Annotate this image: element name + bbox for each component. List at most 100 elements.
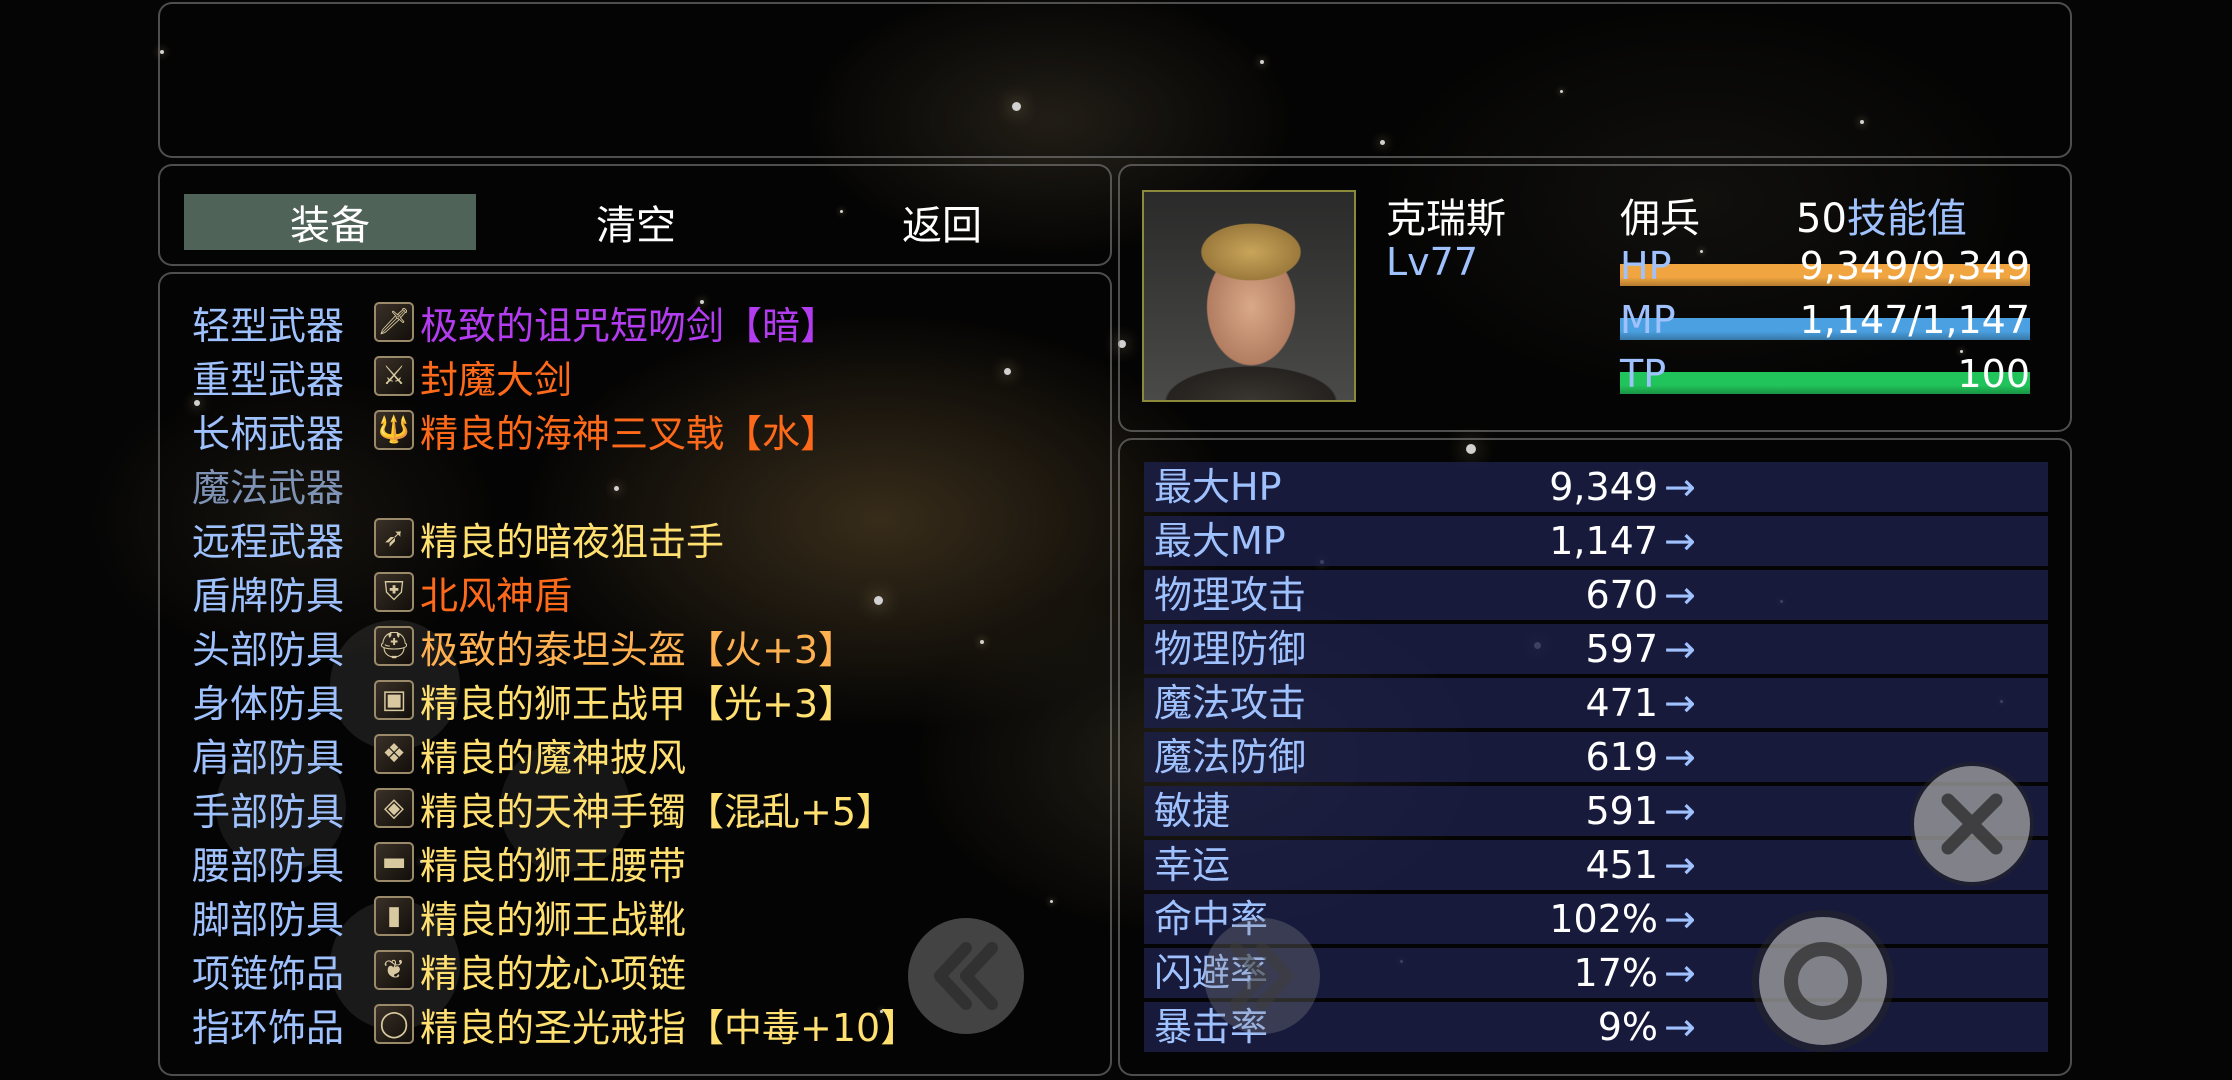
equipment-item-name: 北风神盾: [420, 573, 573, 618]
equipment-slot-label: 身体防具: [192, 681, 345, 726]
equipment-slot-label: 长柄武器: [192, 411, 345, 456]
hp-label: HP: [1620, 244, 1672, 288]
skill-points-label: 技能值: [1846, 196, 1967, 242]
dagger-icon: 🗡: [374, 302, 414, 342]
next-page-button[interactable]: [1200, 914, 1324, 1038]
stat-arrow: →: [1664, 789, 1696, 833]
equipment-slot-row[interactable]: 项链饰品 ❦ 精良的龙心项链: [192, 943, 1092, 997]
stat-name: 魔法攻击: [1154, 681, 1307, 725]
stat-value: 591: [1585, 789, 1658, 833]
equipment-item-name: 精良的海神三叉戟【水】: [420, 411, 839, 456]
stat-value: 1,147: [1549, 519, 1658, 563]
stat-row: 物理攻击 670 →: [1144, 570, 2048, 620]
cancel-button[interactable]: [1910, 762, 2034, 886]
double-chevron-right-icon: [1204, 918, 1320, 1034]
stat-name: 最大MP: [1154, 519, 1286, 563]
equipment-slot-label: 头部防具: [192, 627, 345, 672]
equipment-slot-row[interactable]: 重型武器 ⚔ 封魔大剑: [192, 349, 1092, 403]
stat-arrow: →: [1664, 897, 1696, 941]
equipment-slot-row[interactable]: 远程武器 ➶ 精良的暗夜狙击手: [192, 511, 1092, 565]
stat-value: 102%: [1549, 897, 1658, 941]
stat-row: 最大MP 1,147 →: [1144, 516, 2048, 566]
equipment-slot-row[interactable]: 轻型武器 🗡 极致的诅咒短吻剑【暗】: [192, 295, 1092, 349]
command-panel: 装备 清空 返回: [158, 164, 1112, 266]
equipment-item-name: 精良的狮王战甲【光+3】: [420, 681, 857, 726]
stat-arrow: →: [1664, 681, 1696, 725]
tp-value: 100: [1957, 352, 2030, 396]
equipment-slot-row[interactable]: 腰部防具 ▬ 精良的狮王腰带: [192, 835, 1092, 889]
stat-value: 9%: [1597, 1005, 1658, 1049]
tp-label: TP: [1620, 352, 1667, 396]
stat-name: 物理攻击: [1154, 573, 1307, 617]
stat-value: 619: [1585, 735, 1658, 779]
stat-row: 物理防御 597 →: [1144, 624, 2048, 674]
equipment-slot-row[interactable]: 肩部防具 ❖ 精良的魔神披风: [192, 727, 1092, 781]
equipment-item-name: 封魔大剑: [420, 357, 573, 402]
equipment-slot-label: 肩部防具: [192, 735, 345, 780]
close-icon: [1914, 766, 2030, 882]
stat-arrow: →: [1664, 519, 1696, 563]
equipment-slot-label: 重型武器: [192, 357, 345, 402]
character-class: 佣兵: [1620, 196, 1700, 242]
hp-value: 9,349/9,349: [1799, 244, 2030, 288]
skill-points: 50技能值: [1796, 186, 1967, 244]
help-panel: [158, 2, 2072, 158]
stat-arrow: →: [1664, 465, 1696, 509]
stat-arrow: →: [1664, 951, 1696, 995]
armor-icon: ▣: [374, 680, 414, 720]
stat-arrow: →: [1664, 843, 1696, 887]
clear-command[interactable]: 清空: [490, 194, 782, 250]
character-name: 克瑞斯: [1386, 196, 1506, 242]
equipment-slot-label: 轻型武器: [192, 303, 345, 348]
equipment-slot-row[interactable]: 头部防具 ⛑ 极致的泰坦头盔【火+3】: [192, 619, 1092, 673]
character-level: Lv77: [1386, 240, 1479, 284]
stat-row: 魔法攻击 471 →: [1144, 678, 2048, 728]
stat-arrow: →: [1664, 1005, 1696, 1049]
equipment-item-name: 精良的天神手镯【混乱+5】: [420, 789, 895, 834]
equipment-slot-label: 脚部防具: [192, 897, 345, 942]
stat-name: 魔法防御: [1154, 735, 1307, 779]
mp-label: MP: [1620, 298, 1676, 342]
equipment-slot-row[interactable]: 魔法武器: [192, 457, 1092, 511]
equipment-slot-label: 盾牌防具: [192, 573, 345, 618]
trident-icon: 🔱: [374, 410, 414, 450]
equipment-slot-row[interactable]: 指环饰品 ◯ 精良的圣光戒指【中毒+10】: [192, 997, 1092, 1051]
boots-icon: ▮: [374, 896, 414, 936]
cloak-icon: ❖: [374, 734, 414, 774]
greatsword-icon: ⚔: [374, 356, 414, 396]
stat-value: 471: [1585, 681, 1658, 725]
equipment-item-name: 精良的狮王腰带: [420, 843, 687, 888]
equipment-slot-row[interactable]: 手部防具 ◈ 精良的天神手镯【混乱+5】: [192, 781, 1092, 835]
equipment-item-name: 精良的狮王战靴: [420, 897, 687, 942]
back-command[interactable]: 返回: [796, 194, 1088, 250]
stat-value: 9,349: [1549, 465, 1658, 509]
equipment-item-name: 精良的暗夜狙击手: [420, 519, 725, 564]
stat-arrow: →: [1664, 735, 1696, 779]
equipment-item-name: 精良的圣光戒指【中毒+10】: [420, 1005, 919, 1050]
equipment-item-name: 精良的龙心项链: [420, 951, 687, 996]
shield-icon: ⛨: [374, 572, 414, 612]
stat-value: 670: [1585, 573, 1658, 617]
confirm-button[interactable]: [1752, 910, 1894, 1052]
stat-value: 597: [1585, 627, 1658, 671]
equipment-slot-label: 指环饰品: [192, 1005, 345, 1050]
equipment-item-name: 极致的泰坦头盔【火+3】: [420, 627, 857, 672]
equipment-slot-label: 项链饰品: [192, 951, 345, 996]
equipment-item-name: 极致的诅咒短吻剑【暗】: [420, 303, 839, 348]
helmet-icon: ⛑: [374, 626, 414, 666]
stat-name: 物理防御: [1154, 627, 1307, 671]
equipment-slot-row[interactable]: 长柄武器 🔱 精良的海神三叉戟【水】: [192, 403, 1092, 457]
stat-arrow: →: [1664, 627, 1696, 671]
stat-name: 最大HP: [1154, 465, 1282, 509]
ring-icon: ◯: [374, 1004, 414, 1044]
skill-points-value: 50: [1796, 196, 1847, 242]
sniper-rifle-icon: ➶: [374, 518, 414, 558]
equipment-slot-row[interactable]: 脚部防具 ▮ 精良的狮王战靴: [192, 889, 1092, 943]
equipment-slot-row[interactable]: 身体防具 ▣ 精良的狮王战甲【光+3】: [192, 673, 1092, 727]
circle-icon: [1759, 917, 1887, 1045]
necklace-icon: ❦: [374, 950, 414, 990]
equipment-slot-label: 腰部防具: [192, 843, 345, 888]
equip-command[interactable]: 装备: [184, 194, 476, 250]
equipment-slot-row[interactable]: 盾牌防具 ⛨ 北风神盾: [192, 565, 1092, 619]
bracelet-icon: ◈: [374, 788, 414, 828]
